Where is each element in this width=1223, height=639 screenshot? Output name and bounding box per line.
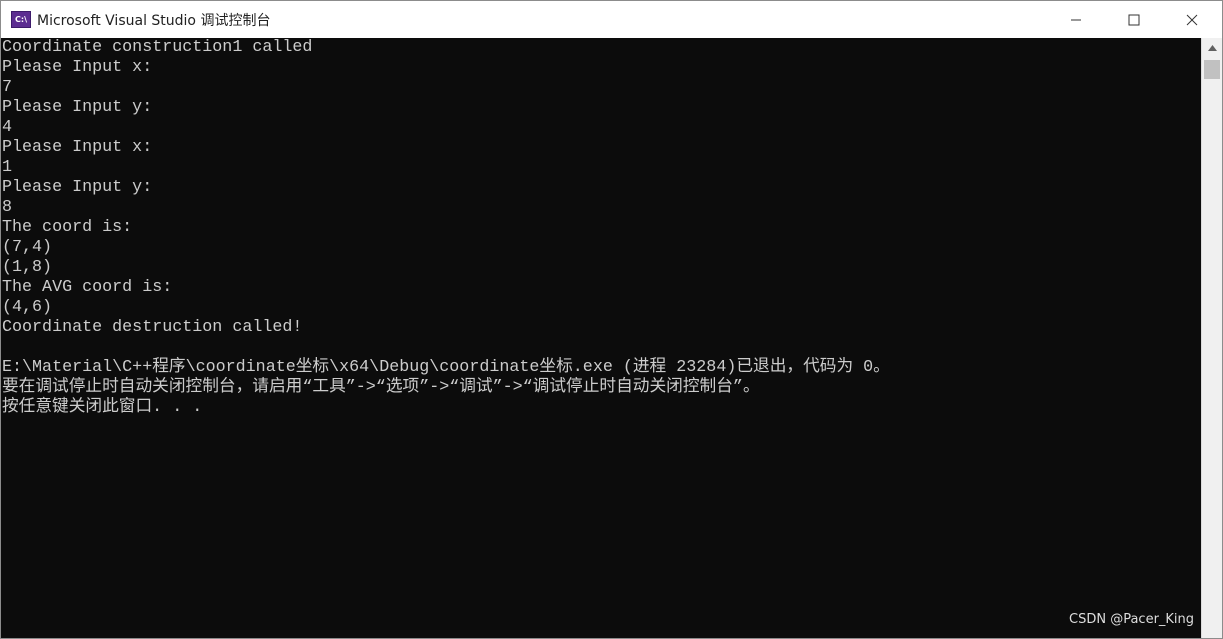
scroll-thumb[interactable]	[1204, 60, 1220, 79]
chevron-up-icon	[1207, 45, 1217, 51]
console-output[interactable]: Coordinate construction1 called Please In…	[1, 38, 1201, 638]
title-bar[interactable]: C:\ Microsoft Visual Studio 调试控制台	[1, 1, 1222, 38]
visual-studio-icon: C:\	[11, 11, 31, 28]
close-button[interactable]	[1163, 1, 1221, 38]
console-line: E:\Material\C++程序\coordinate坐标\x64\Debug…	[2, 358, 890, 377]
console-line: The coord is:	[2, 218, 133, 237]
maximize-button[interactable]	[1105, 1, 1163, 38]
console-line: 8	[2, 198, 13, 217]
console-line: 4	[2, 118, 13, 137]
console-line: 按任意键关闭此窗口. . .	[2, 398, 203, 417]
console-line: Please Input y:	[2, 98, 153, 117]
console-line: The AVG coord is:	[2, 278, 173, 297]
console-line: 1	[2, 158, 13, 177]
close-icon	[1186, 14, 1198, 25]
console-line: (1,8)	[2, 258, 53, 277]
maximize-icon	[1128, 14, 1140, 25]
vertical-scrollbar[interactable]	[1201, 38, 1222, 638]
console-line: (4,6)	[2, 298, 53, 317]
console-line: 7	[2, 78, 13, 97]
minimize-icon	[1071, 19, 1081, 20]
console-window: C:\ Microsoft Visual Studio 调试控制台 Coordi…	[0, 0, 1223, 639]
console-line: 要在调试停止时自动关闭控制台，请启用“工具”->“选项”->“调试”->“调试停…	[2, 378, 760, 397]
console-line: Coordinate destruction called!	[2, 318, 303, 337]
console-line: Coordinate construction1 called	[2, 38, 313, 57]
window-title: Microsoft Visual Studio 调试控制台	[37, 13, 271, 29]
console-line: Please Input x:	[2, 138, 153, 157]
minimize-button[interactable]	[1047, 1, 1105, 38]
watermark: CSDN @Pacer_King	[1069, 612, 1195, 627]
console-line: (7,4)	[2, 238, 53, 257]
console-line: Please Input x:	[2, 58, 153, 77]
scroll-up-button[interactable]	[1202, 38, 1222, 58]
console-line: Please Input y:	[2, 178, 153, 197]
